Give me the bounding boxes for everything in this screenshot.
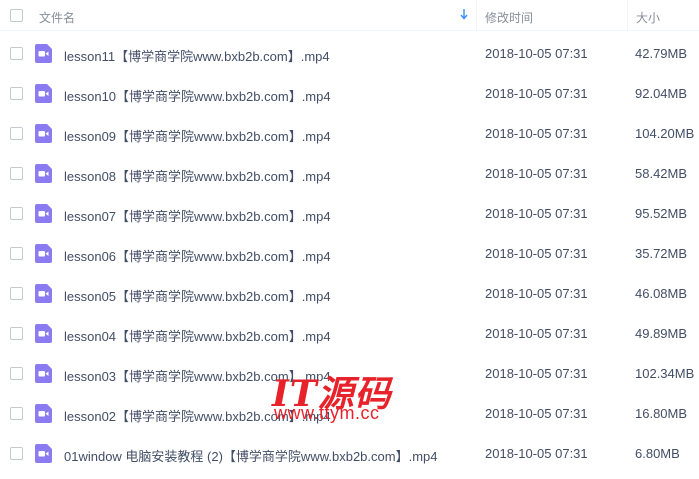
- video-file-icon: [35, 324, 52, 343]
- file-row[interactable]: lesson05【博学商学院www.bxb2b.com】.mp4 2018-10…: [0, 273, 699, 313]
- video-file-icon: [35, 364, 52, 383]
- row-checkbox[interactable]: [10, 447, 23, 460]
- video-file-icon: [35, 244, 52, 263]
- column-header-modified-time[interactable]: 修改时间: [485, 9, 533, 26]
- video-file-icon: [35, 404, 52, 423]
- row-checkbox[interactable]: [10, 287, 23, 300]
- file-modified-time: 2018-10-05 07:31: [485, 446, 588, 461]
- file-size: 92.04MB: [635, 86, 688, 101]
- file-row[interactable]: lesson11【博学商学院www.bxb2b.com】.mp4 2018-10…: [0, 33, 699, 73]
- video-file-icon: [35, 444, 52, 463]
- video-file-icon: [35, 164, 52, 183]
- video-file-icon: [35, 44, 52, 63]
- file-modified-time: 2018-10-05 07:31: [485, 206, 588, 221]
- file-size: 58.42MB: [635, 166, 688, 181]
- file-size: 42.79MB: [635, 46, 688, 61]
- row-checkbox[interactable]: [10, 207, 23, 220]
- row-checkbox[interactable]: [10, 407, 23, 420]
- column-separator[interactable]: [476, 0, 477, 31]
- column-header-name[interactable]: 文件名: [39, 9, 75, 26]
- file-modified-time: 2018-10-05 07:31: [485, 326, 588, 341]
- column-header-size[interactable]: 大小: [636, 9, 660, 26]
- watermark: IT源码 www.ttym.cc: [272, 365, 432, 435]
- file-row[interactable]: lesson06【博学商学院www.bxb2b.com】.mp4 2018-10…: [0, 233, 699, 273]
- watermark-url: www.ttym.cc: [274, 403, 380, 423]
- file-name[interactable]: lesson10【博学商学院www.bxb2b.com】.mp4: [64, 86, 331, 105]
- row-checkbox[interactable]: [10, 167, 23, 180]
- file-size: 49.89MB: [635, 326, 688, 341]
- row-checkbox[interactable]: [10, 327, 23, 340]
- video-file-icon: [35, 284, 52, 303]
- file-row[interactable]: lesson10【博学商学院www.bxb2b.com】.mp4 2018-10…: [0, 73, 699, 113]
- select-all-checkbox[interactable]: [10, 9, 23, 22]
- file-modified-time: 2018-10-05 07:31: [485, 406, 588, 421]
- row-checkbox[interactable]: [10, 127, 23, 140]
- file-list-header: 文件名 修改时间 大小: [0, 0, 699, 31]
- row-checkbox[interactable]: [10, 367, 23, 380]
- file-size: 35.72MB: [635, 246, 688, 261]
- file-name[interactable]: lesson11【博学商学院www.bxb2b.com】.mp4: [64, 46, 330, 65]
- video-file-icon: [35, 204, 52, 223]
- file-size: 95.52MB: [635, 206, 688, 221]
- file-size: 46.08MB: [635, 286, 688, 301]
- video-file-icon: [35, 84, 52, 103]
- file-modified-time: 2018-10-05 07:31: [485, 126, 588, 141]
- file-size: 6.80MB: [635, 446, 680, 461]
- file-size: 102.34MB: [635, 366, 695, 381]
- file-modified-time: 2018-10-05 07:31: [485, 366, 588, 381]
- sort-arrow-down-icon[interactable]: [459, 6, 469, 22]
- file-modified-time: 2018-10-05 07:31: [485, 86, 588, 101]
- file-row[interactable]: lesson04【博学商学院www.bxb2b.com】.mp4 2018-10…: [0, 313, 699, 353]
- video-file-icon: [35, 124, 52, 143]
- file-modified-time: 2018-10-05 07:31: [485, 246, 588, 261]
- file-modified-time: 2018-10-05 07:31: [485, 46, 588, 61]
- file-row[interactable]: lesson08【博学商学院www.bxb2b.com】.mp4 2018-10…: [0, 153, 699, 193]
- row-checkbox[interactable]: [10, 47, 23, 60]
- file-name[interactable]: lesson06【博学商学院www.bxb2b.com】.mp4: [64, 246, 331, 265]
- file-modified-time: 2018-10-05 07:31: [485, 166, 588, 181]
- file-modified-time: 2018-10-05 07:31: [485, 286, 588, 301]
- file-name[interactable]: lesson04【博学商学院www.bxb2b.com】.mp4: [64, 326, 331, 345]
- file-name[interactable]: lesson07【博学商学院www.bxb2b.com】.mp4: [64, 206, 331, 225]
- file-name[interactable]: 01window 电脑安装教程 (2)【博学商学院www.bxb2b.com】.…: [64, 446, 437, 465]
- row-checkbox[interactable]: [10, 87, 23, 100]
- file-size: 16.80MB: [635, 406, 688, 421]
- file-name[interactable]: lesson05【博学商学院www.bxb2b.com】.mp4: [64, 286, 331, 305]
- file-row[interactable]: lesson07【博学商学院www.bxb2b.com】.mp4 2018-10…: [0, 193, 699, 233]
- row-checkbox[interactable]: [10, 247, 23, 260]
- file-size: 104.20MB: [635, 126, 695, 141]
- file-row[interactable]: 01window 电脑安装教程 (2)【博学商学院www.bxb2b.com】.…: [0, 433, 699, 473]
- column-separator[interactable]: [627, 0, 628, 31]
- file-name[interactable]: lesson08【博学商学院www.bxb2b.com】.mp4: [64, 166, 331, 185]
- file-row[interactable]: lesson09【博学商学院www.bxb2b.com】.mp4 2018-10…: [0, 113, 699, 153]
- file-name[interactable]: lesson09【博学商学院www.bxb2b.com】.mp4: [64, 126, 331, 145]
